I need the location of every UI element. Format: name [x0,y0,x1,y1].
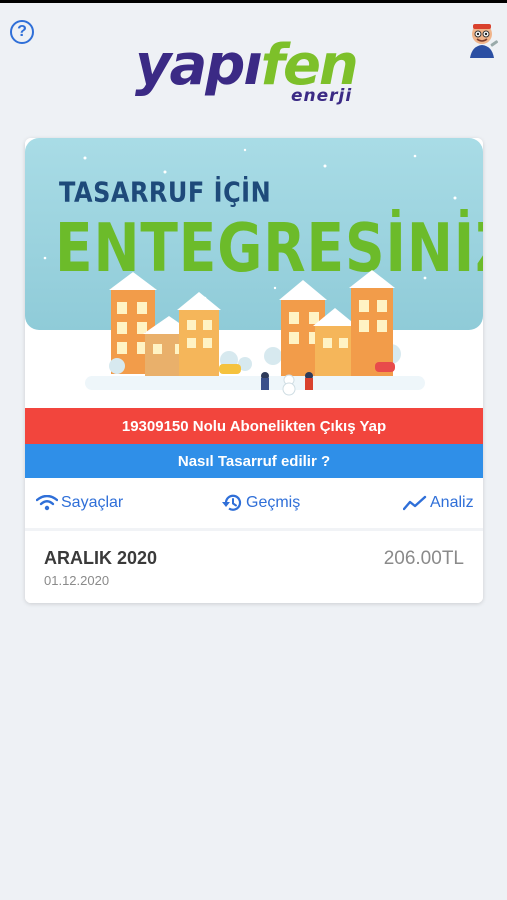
bill-amount: 206.00TL [383,548,464,569]
unsubscribe-button[interactable]: 19309150 Nolu Abonelikten Çıkış Yap [25,408,483,444]
tab-meters-label: Sayaçlar [61,494,124,511]
tab-history[interactable]: Geçmiş [221,492,300,514]
bill-month: ARALIK 2020 [44,548,158,568]
logo-part-yapi: yapı [135,33,263,98]
logo-subtitle: enerji [291,86,353,106]
snowflakes-decoration [43,148,457,300]
question-circle-icon: ? [17,23,27,40]
wifi-icon [36,495,58,511]
status-bar [0,0,507,3]
brand-logo: yapıfen enerji [135,36,375,108]
tab-history-label: Geçmiş [246,494,301,511]
how-to-save-button[interactable]: Nasıl Tasarruf edilir ? [25,444,483,478]
trend-icon [403,495,427,511]
tab-analysis[interactable]: Analiz [403,492,474,514]
help-button[interactable]: ? [10,20,34,44]
tab-meters[interactable]: Sayaçlar [36,492,123,514]
history-icon [222,494,242,511]
bill-date: 01.12.2020 [44,573,110,588]
mascot-avatar-icon[interactable] [464,20,500,60]
subscription-card: TASARRUF İÇİN ENTEGRESİNİZ! [25,138,483,603]
card-tabs: Sayaçlar Geçmiş Analiz [25,478,483,528]
promo-banner[interactable]: TASARRUF İÇİN ENTEGRESİNİZ! [25,138,483,408]
bill-row[interactable]: ARALIK 2020 01.12.2020 206.00TL [25,531,483,603]
tab-analysis-label: Analiz [430,494,474,511]
